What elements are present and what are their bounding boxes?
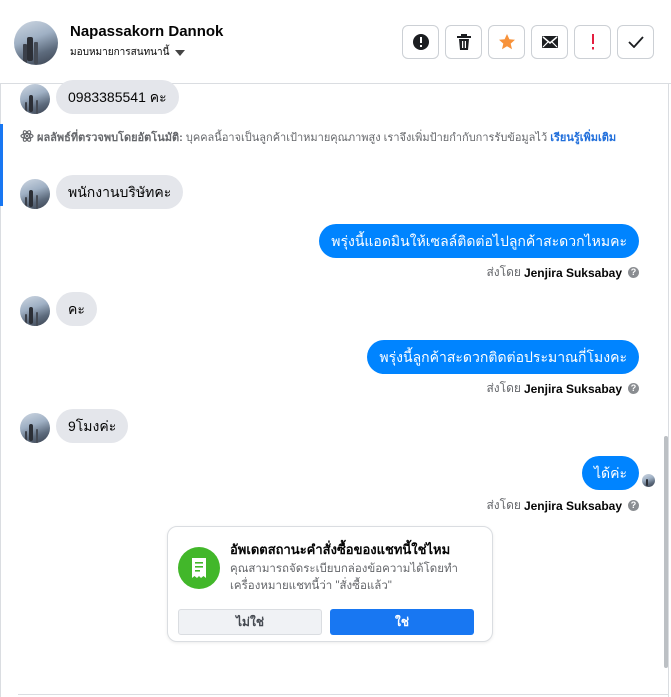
delete-button[interactable] [445, 25, 482, 59]
star-icon [498, 34, 515, 50]
contact-avatar-small [20, 413, 50, 443]
mark-unread-button[interactable] [531, 25, 568, 59]
exclamation-icon [591, 34, 594, 50]
atom-icon [20, 130, 34, 142]
prompt-title: อัพเดตสถานะคำสั่งซื้อของแชทนี้ใช่ไหม [230, 542, 451, 557]
sent-by-prefix: ส่งโดย [486, 381, 521, 395]
prompt-description: คุณสามารถจัดระเบียบกล่องข้อความได้โดยทำเ… [230, 563, 459, 592]
sent-by-label: ส่งโดย Jenjira Suksabay ? [486, 379, 639, 398]
contact-avatar-small [20, 179, 50, 209]
outgoing-message[interactable]: พรุ่งนี้ลูกค้าสะดวกติดต่อประมาณกี่โมงคะ [367, 340, 639, 374]
trash-icon [456, 34, 471, 50]
yes-button[interactable]: ใช่ [330, 609, 474, 635]
incoming-message[interactable]: 0983385541 คะ [56, 80, 179, 114]
follow-up-button[interactable] [574, 25, 611, 59]
composer-divider [18, 694, 669, 695]
outgoing-message[interactable]: ได้ค่ะ [581, 456, 639, 490]
sent-by-label: ส่งโดย Jenjira Suksabay ? [486, 263, 639, 282]
done-button[interactable] [617, 25, 654, 59]
receipt-icon [178, 547, 220, 589]
sent-by-agent: Jenjira Suksabay [523, 498, 622, 513]
contact-avatar-small [20, 296, 50, 326]
alert-circle-icon [412, 34, 429, 50]
help-icon[interactable]: ? [628, 267, 639, 278]
learn-more-link[interactable]: เรียนรู้เพิ่มเติม [550, 132, 616, 144]
help-icon[interactable]: ? [628, 383, 639, 394]
assign-conversation-dropdown[interactable]: มอบหมายการสนทนานี้ [70, 45, 186, 60]
seen-avatar [642, 474, 655, 487]
sent-by-prefix: ส่งโดย [486, 265, 521, 279]
sent-by-agent: Jenjira Suksabay [523, 265, 622, 280]
order-status-prompt: อัพเดตสถานะคำสั่งซื้อของแชทนี้ใช่ไหม คุณ… [167, 526, 493, 642]
incoming-message[interactable]: คะ [56, 292, 97, 326]
caret-down-icon [175, 49, 186, 56]
incoming-message[interactable]: พนักงานบริษัทคะ [56, 175, 184, 209]
conversation-header: Napassakorn Dannok มอบหมายการสนทนานี้ [0, 0, 671, 84]
sent-by-agent: Jenjira Suksabay [523, 381, 622, 396]
auto-detect-notice: ผลลัพธ์ที่ตรวจพบโดยอัตโนมัติ: บุคคลนี้อา… [20, 129, 640, 147]
help-icon[interactable]: ? [628, 500, 639, 511]
incoming-message[interactable]: 9โมงค่ะ [56, 409, 129, 443]
contact-avatar-small [20, 84, 50, 114]
scrollbar[interactable] [664, 436, 668, 668]
sent-by-prefix: ส่งโดย [486, 498, 521, 512]
envelope-icon [541, 36, 558, 48]
assign-conversation-label: มอบหมายการสนทนานี้ [70, 47, 170, 58]
auto-detect-label: ผลลัพธ์ที่ตรวจพบโดยอัตโนมัติ: [37, 132, 183, 144]
selection-indicator [0, 124, 3, 206]
contact-avatar[interactable] [14, 21, 58, 65]
star-button[interactable] [488, 25, 525, 59]
auto-detect-text: บุคคลนี้อาจเป็นลูกค้าเป้าหมายคุณภาพสูง เ… [182, 132, 551, 144]
sent-by-label: ส่งโดย Jenjira Suksabay ? [486, 496, 639, 515]
no-button[interactable]: ไม่ใช่ [178, 609, 322, 635]
contact-name[interactable]: Napassakorn Dannok [70, 23, 223, 40]
check-icon [627, 36, 644, 48]
report-button[interactable] [402, 25, 439, 59]
outgoing-message[interactable]: พรุ่งนี้แอดมินให้เซลล์ติดต่อไปลูกค้าสะดว… [319, 224, 639, 258]
